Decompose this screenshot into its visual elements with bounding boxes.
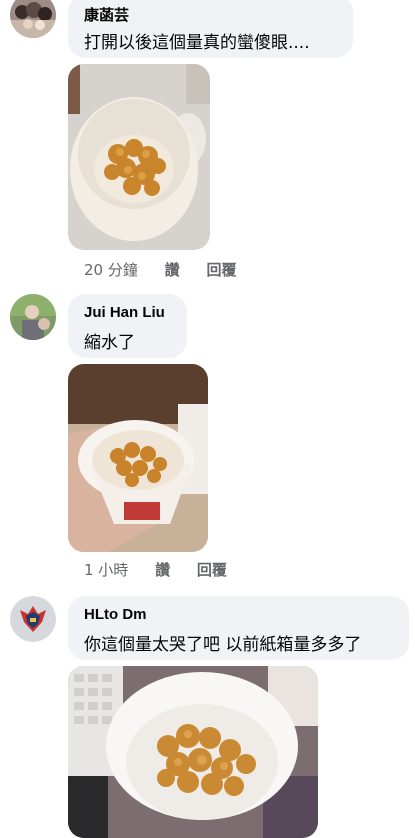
comment-meta: 20 分鐘 讚 回覆 [84,259,258,280]
comment-author[interactable]: HLto Dm [84,606,147,623]
comment-author[interactable]: Jui Han Liu [84,304,165,321]
comment-text: 打開以後這個量真的蠻傻眼.... [84,33,310,53]
avatar[interactable] [10,0,56,38]
comment-bubble[interactable]: Jui Han Liu 縮水了 [68,294,187,358]
comment-2: Jui Han Liu 縮水了 1 小時 讚 回覆 [0,290,415,590]
comment-photo[interactable] [68,364,208,552]
comment-meta: 1 小時 讚 回覆 [84,559,249,580]
like-button[interactable]: 讚 [155,559,170,580]
reply-button[interactable]: 回覆 [206,259,236,280]
comment-timestamp[interactable]: 20 分鐘 [84,259,138,280]
avatar[interactable] [10,294,56,340]
comment-photo[interactable] [68,64,210,250]
comment-text: 你這個量太哭了吧 以前紙箱量多多了 [84,635,362,655]
comment-bubble[interactable]: 康菡芸 打開以後這個量真的蠻傻眼.... [68,0,353,58]
comment-1: 康菡芸 打開以後這個量真的蠻傻眼.... 20 分鐘 讚 回覆 [0,0,415,290]
comment-timestamp[interactable]: 1 小時 [84,559,128,580]
comment-author[interactable]: 康菡芸 [84,4,129,25]
comment-photo[interactable] [68,666,318,838]
comment-bubble[interactable]: HLto Dm 你這個量太哭了吧 以前紙箱量多多了 [68,596,409,660]
comment-3: HLto Dm 你這個量太哭了吧 以前紙箱量多多了 [0,590,415,838]
like-button[interactable]: 讚 [165,259,180,280]
reply-button[interactable]: 回覆 [197,559,227,580]
comment-text: 縮水了 [84,333,135,353]
avatar[interactable] [10,596,56,642]
